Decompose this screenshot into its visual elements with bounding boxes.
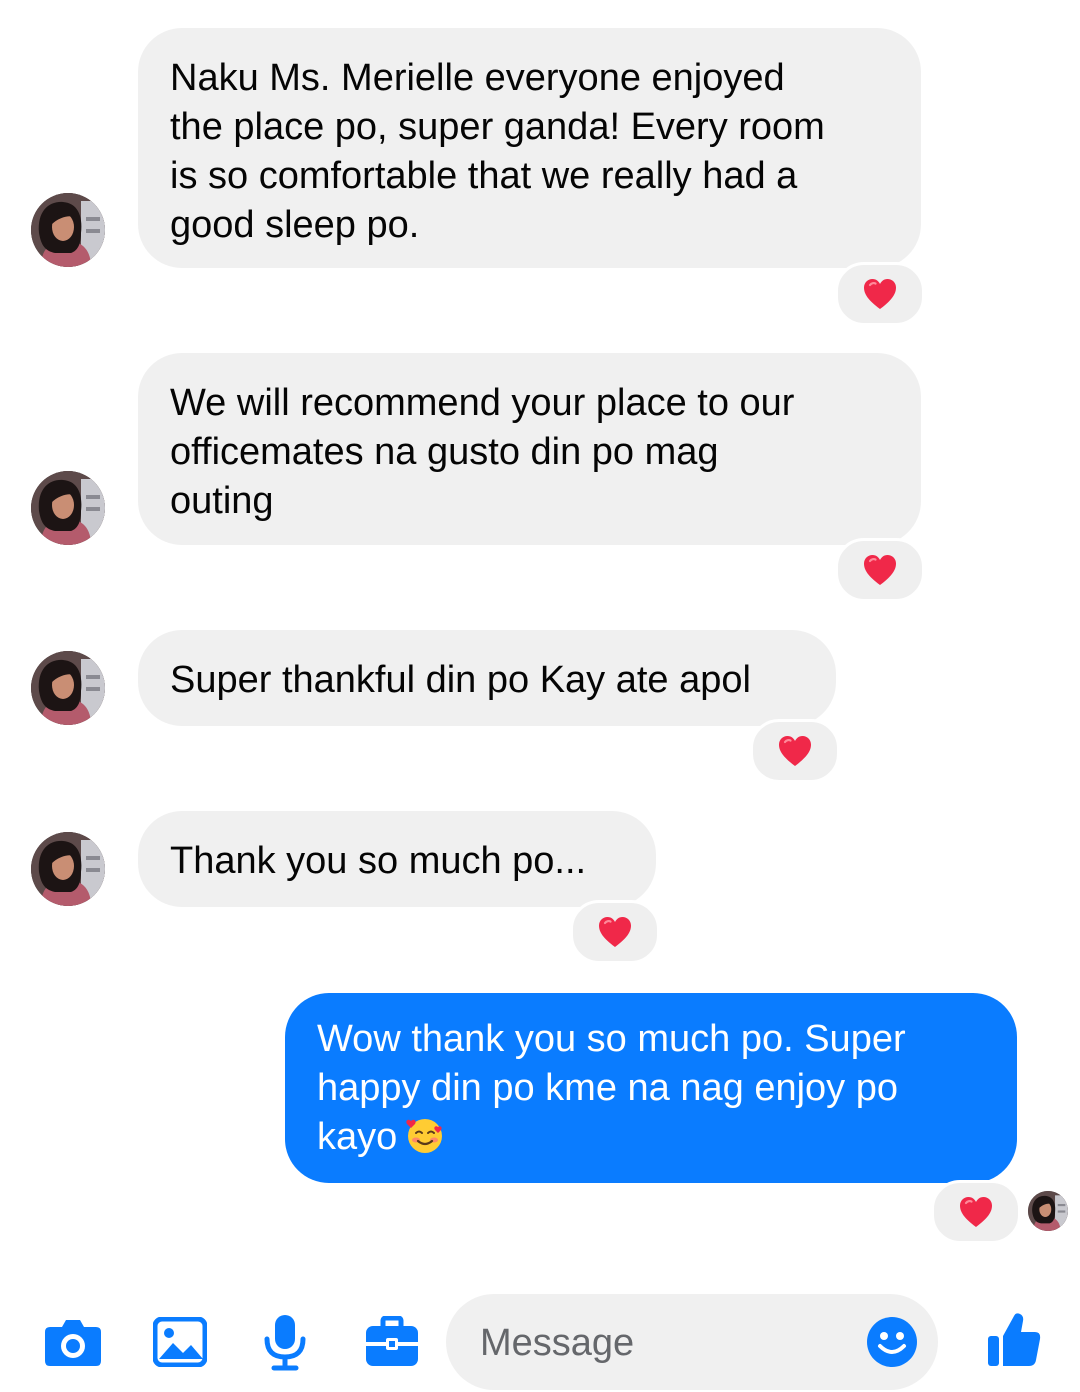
heart-icon (597, 915, 633, 949)
message-bubble-incoming[interactable]: We will recommend your place to our offi… (138, 353, 921, 545)
voice-button[interactable] (255, 1312, 315, 1372)
camera-icon (45, 1320, 101, 1366)
briefcase-icon (366, 1316, 418, 1366)
message-bubble-incoming[interactable]: Naku Ms. Merielle everyone enjoyed the p… (138, 28, 921, 268)
profile-photo (31, 193, 105, 267)
message-bubble-outgoing[interactable]: Wow thank you so much po. Super happy di… (285, 993, 1017, 1183)
gallery-button[interactable] (150, 1312, 210, 1372)
profile-photo (31, 651, 105, 725)
smiley-icon[interactable] (866, 1316, 918, 1368)
profile-photo (31, 471, 105, 545)
message-line: good sleep po. (170, 204, 420, 246)
profile-photo (1028, 1191, 1068, 1231)
message-line: the place po, super ganda! Every room (170, 106, 825, 148)
message-line: is so comfortable that we really had a (170, 155, 798, 197)
heart-icon (958, 1195, 994, 1229)
contact-avatar[interactable] (31, 193, 105, 267)
business-tools-button[interactable] (362, 1312, 422, 1372)
message-line: Thank you so much po... (170, 840, 587, 882)
contact-avatar[interactable] (31, 651, 105, 725)
thumbs-up-icon (988, 1313, 1041, 1366)
message-line: officemates na gusto din po mag (170, 431, 719, 473)
reaction-badge[interactable] (750, 719, 840, 783)
camera-button[interactable] (43, 1312, 103, 1372)
heart-icon (777, 734, 813, 768)
message-line: outing (170, 480, 274, 522)
reaction-badge[interactable] (835, 538, 925, 602)
message-line: We will recommend your place to our (170, 382, 795, 424)
message-line: Naku Ms. Merielle everyone enjoyed (170, 57, 785, 99)
message-line: happy din po kme na nag enjoy po (317, 1067, 898, 1109)
message-line-with-emoji: kayo (317, 1113, 985, 1162)
contact-avatar[interactable] (31, 471, 105, 545)
reaction-badge[interactable] (835, 262, 925, 326)
heart-icon (862, 277, 898, 311)
message-bubble-incoming[interactable]: Thank you so much po... (138, 811, 656, 907)
message-field[interactable] (446, 1294, 938, 1392)
message-input[interactable] (478, 1294, 862, 1392)
photo-icon (153, 1317, 207, 1367)
message-text: kayo (317, 1116, 398, 1158)
contact-avatar[interactable] (31, 832, 105, 906)
message-line: Super thankful din po Kay ate apol (170, 659, 751, 701)
like-button[interactable] (982, 1308, 1046, 1372)
seen-avatar (1028, 1191, 1068, 1231)
reaction-badge[interactable] (931, 1180, 1021, 1244)
profile-photo (31, 832, 105, 906)
heart-icon (862, 553, 898, 587)
message-bubble-incoming[interactable]: Super thankful din po Kay ate apol (138, 630, 836, 726)
microphone-icon (264, 1315, 306, 1371)
message-line: Wow thank you so much po. Super (317, 1018, 906, 1060)
reaction-badge[interactable] (570, 900, 660, 964)
smiling-face-with-hearts-icon (406, 1119, 443, 1153)
message-composer (0, 1290, 1080, 1392)
